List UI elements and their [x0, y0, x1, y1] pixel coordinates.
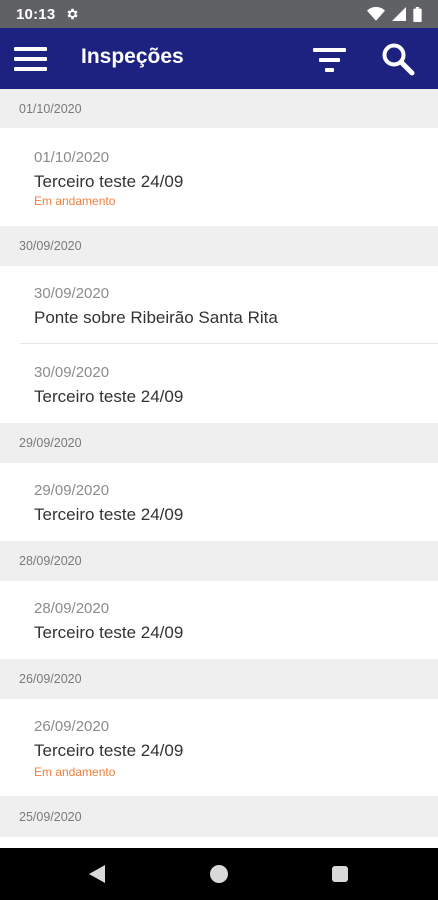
section-header: 26/09/2020	[0, 659, 438, 699]
item-title: Terceiro teste 24/09	[34, 741, 184, 760]
item-date: 01/10/2020	[34, 149, 110, 166]
item-date: 30/09/2020	[34, 285, 110, 302]
section-header: 30/09/2020	[0, 226, 438, 266]
section-header: 25/09/2020	[0, 796, 438, 837]
status-left: 10:13	[16, 6, 79, 23]
list-item-partial[interactable]	[0, 837, 438, 848]
menu-icon	[14, 47, 47, 71]
item-date: 28/09/2020	[34, 600, 110, 617]
search-icon	[382, 43, 415, 76]
list-item[interactable]: 26/09/2020 Terceiro teste 24/09 Em andam…	[0, 699, 438, 796]
wifi-icon	[367, 7, 385, 21]
item-title: Terceiro teste 24/09	[34, 623, 184, 642]
section-header: 28/09/2020	[0, 541, 438, 581]
item-date: 30/09/2020	[34, 364, 110, 381]
app-bar: Inspeções	[0, 28, 438, 89]
list-item[interactable]: 01/10/2020 Terceiro teste 24/09 Em andam…	[0, 128, 438, 226]
section-header: 01/10/2020	[0, 89, 438, 128]
list-item[interactable]: 29/09/2020 Terceiro teste 24/09	[0, 463, 438, 541]
settings-gear-icon	[67, 8, 78, 20]
status-time: 10:13	[16, 5, 56, 23]
section-header: 29/09/2020	[0, 423, 438, 463]
recents-icon[interactable]	[332, 866, 348, 882]
filter-button[interactable]	[312, 45, 348, 75]
page-title: Inspeções	[81, 45, 184, 68]
signal-icon	[392, 7, 406, 21]
list-item[interactable]: 30/09/2020 Ponte sobre Ribeirão Santa Ri…	[0, 266, 438, 344]
item-title: Terceiro teste 24/09	[34, 172, 184, 191]
menu-button[interactable]	[14, 46, 48, 72]
item-date: 29/09/2020	[34, 482, 110, 499]
battery-icon	[413, 6, 422, 22]
inspection-list[interactable]: 01/10/2020 01/10/2020 Terceiro teste 24/…	[0, 89, 438, 848]
search-button[interactable]	[380, 41, 416, 77]
item-title: Terceiro teste 24/09	[34, 505, 184, 524]
item-status: Em andamento	[34, 765, 116, 779]
item-title: Terceiro teste 24/09	[34, 387, 184, 406]
item-status: Em andamento	[34, 194, 116, 208]
list-item[interactable]: 28/09/2020 Terceiro teste 24/09	[0, 581, 438, 659]
system-nav-bar	[0, 848, 438, 900]
status-bar: 10:13	[0, 0, 438, 28]
back-icon[interactable]	[88, 864, 106, 884]
list-item[interactable]: 30/09/2020 Terceiro teste 24/09	[0, 344, 438, 423]
home-icon[interactable]	[210, 865, 228, 883]
filter-icon	[313, 48, 346, 72]
item-date: 26/09/2020	[34, 718, 110, 735]
status-right	[367, 6, 422, 22]
item-title: Ponte sobre Ribeirão Santa Rita	[34, 308, 278, 327]
